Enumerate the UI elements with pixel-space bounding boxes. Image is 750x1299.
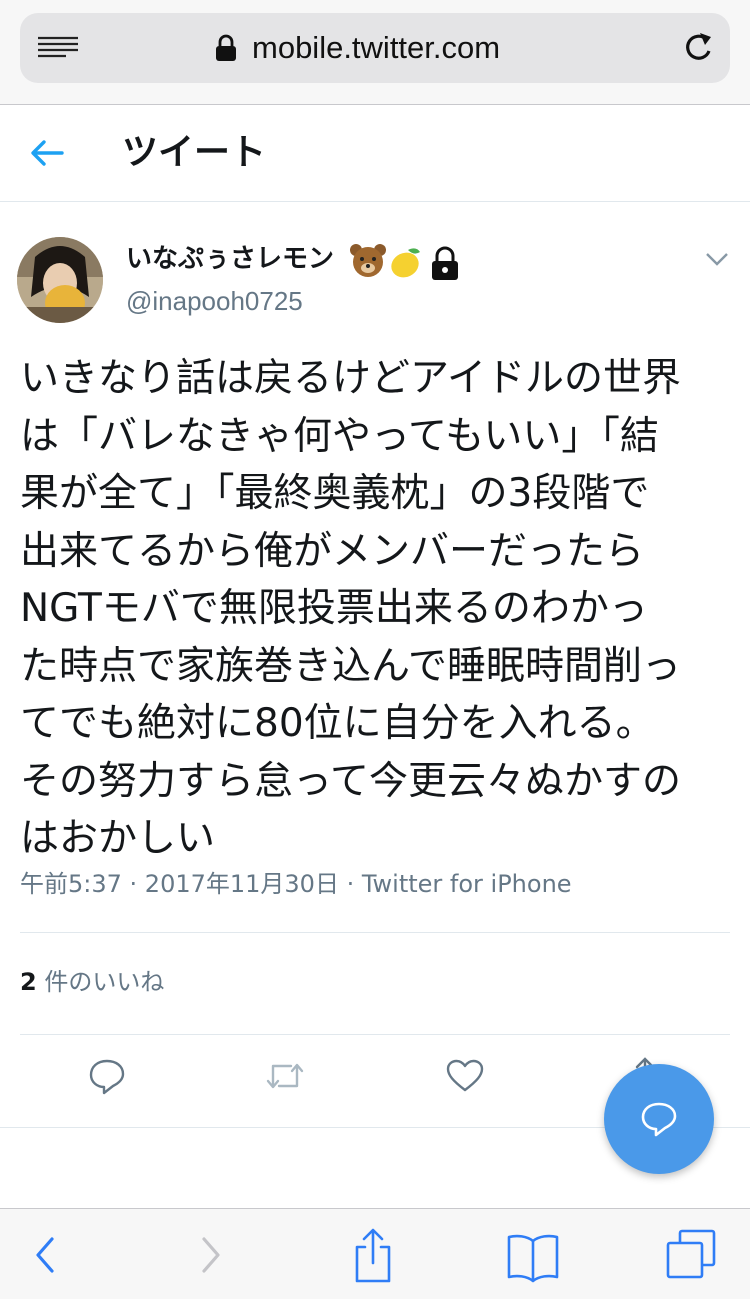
- tweet-text-line: てでも絶対に80位に自分を入れる。: [20, 701, 655, 746]
- tweet-text-line: 果が全て」「最終奥義枕」の3段階で: [20, 471, 650, 516]
- tweet-text: いきなり話は戻るけどアイドルの世界 は「バレなきゃ何やってもいい」「結 果が全て…: [20, 350, 735, 868]
- user-handle[interactable]: @inapooh0725: [126, 284, 303, 318]
- chevron-down-icon[interactable]: [704, 250, 730, 268]
- meta-separator: ·: [338, 870, 362, 898]
- reload-icon[interactable]: [682, 30, 716, 66]
- tweet-date: 2017年11月30日: [144, 870, 339, 898]
- browser-top-bar: mobile.twitter.com: [0, 0, 750, 105]
- url-text: mobile.twitter.com: [252, 30, 501, 65]
- page-title: ツイート: [122, 132, 267, 173]
- tweet-text-line: 出来てるから俺がメンバーだったら: [20, 528, 645, 574]
- lock-icon: [432, 246, 458, 280]
- back-icon[interactable]: [20, 1227, 80, 1283]
- tweet-text-line: NGTモバで無限投票出来るのわかっ: [20, 586, 648, 631]
- tweet-source[interactable]: Twitter for iPhone: [362, 870, 572, 898]
- tweet-text-line: はおかしい: [20, 816, 216, 861]
- display-name[interactable]: いなぷぅさレモン: [126, 241, 334, 277]
- share-icon[interactable]: [343, 1227, 403, 1283]
- address-bar[interactable]: mobile.twitter.com: [20, 13, 730, 83]
- name-badges: [350, 244, 458, 280]
- tweet-text-line: いきなり話は戻るけどアイドルの世界: [20, 356, 682, 401]
- meta-separator: ·: [121, 870, 145, 898]
- tweet-text-line: は「バレなきゃ何やってもいい」「結: [20, 413, 659, 459]
- divider: [20, 1034, 730, 1035]
- back-arrow-icon[interactable]: [28, 137, 68, 169]
- compose-button[interactable]: [604, 1064, 714, 1174]
- reply-icon[interactable]: [87, 1056, 127, 1096]
- like-icon[interactable]: [445, 1056, 485, 1096]
- browser-toolbar: [0, 1208, 750, 1299]
- likes-count: 2: [20, 968, 37, 996]
- lemon-icon: [391, 248, 420, 278]
- compose-icon: [641, 1102, 677, 1137]
- tweet-page-header: ツイート: [0, 105, 750, 202]
- avatar[interactable]: [17, 237, 103, 323]
- bookmarks-icon[interactable]: [503, 1227, 563, 1283]
- likes-label: 件のいいね: [36, 968, 165, 996]
- likes-link[interactable]: 2 件のいいね: [20, 964, 164, 1000]
- bear-face-icon: [350, 244, 386, 277]
- divider: [20, 932, 730, 933]
- tweet-metadata: 午前5:37 · 2017年11月30日 · Twitter for iPhon…: [20, 866, 572, 902]
- reader-menu-icon[interactable]: [36, 35, 80, 63]
- lock-icon: [216, 34, 236, 61]
- tweet-text-line: た時点で家族巻き込んで睡眠時間削っ: [20, 643, 682, 689]
- tweet-text-line: その努力すら怠って今更云々ぬかすの: [20, 758, 682, 804]
- tabs-icon[interactable]: [662, 1227, 722, 1283]
- forward-icon[interactable]: [180, 1227, 240, 1283]
- tweet-time: 午前5:37: [20, 870, 122, 898]
- retweet-icon[interactable]: [265, 1056, 305, 1096]
